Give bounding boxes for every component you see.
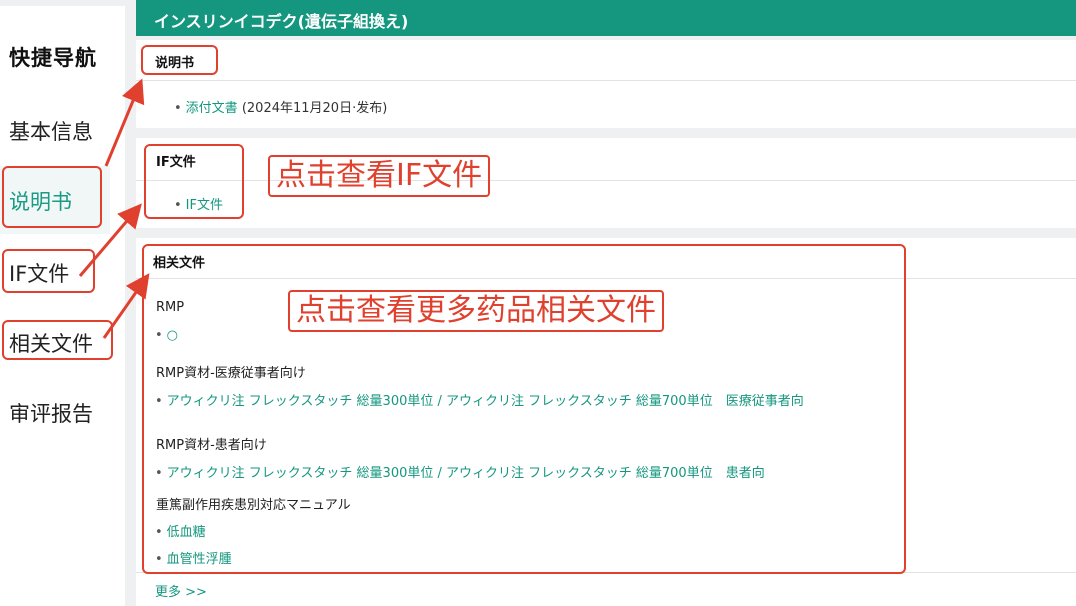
annotation-if-hint: 点击查看IF文件 (268, 155, 491, 197)
more-link[interactable]: 更多 >> (155, 581, 207, 600)
drug-title-bar: インスリンイコデク(遺伝子組換え) (136, 0, 1076, 36)
manual-publish-note: (2024年11月20日·发布) (241, 101, 388, 116)
package-insert-link[interactable]: 添付文書 (186, 101, 238, 116)
bullet-icon: • (174, 101, 182, 116)
drug-name: インスリンイコデク(遺伝子組換え) (154, 12, 409, 31)
highlight-box-related-nav (2, 320, 113, 360)
divider (136, 80, 1076, 81)
annotation-related-hint: 点击查看更多药品相关文件 (288, 290, 664, 332)
highlight-box-if-nav (2, 249, 95, 293)
sidebar-title: 快捷导航 (9, 46, 97, 70)
highlight-box-manual-nav (2, 166, 102, 228)
manual-row: • 添付文書 (2024年11月20日·发布) (174, 97, 387, 116)
quick-nav-sidebar: 快捷导航 基本信息 说明书 IF文件 相关文件 审评报告 (0, 6, 125, 606)
sidebar-item-review-report[interactable]: 审评报告 (9, 398, 93, 428)
sidebar-item-basic-info[interactable]: 基本信息 (9, 116, 93, 146)
highlight-box-if-section (144, 144, 244, 219)
highlight-box-manual-title (141, 45, 218, 75)
manual-panel: 说明书 • 添付文書 (2024年11月20日·发布) (136, 40, 1076, 128)
